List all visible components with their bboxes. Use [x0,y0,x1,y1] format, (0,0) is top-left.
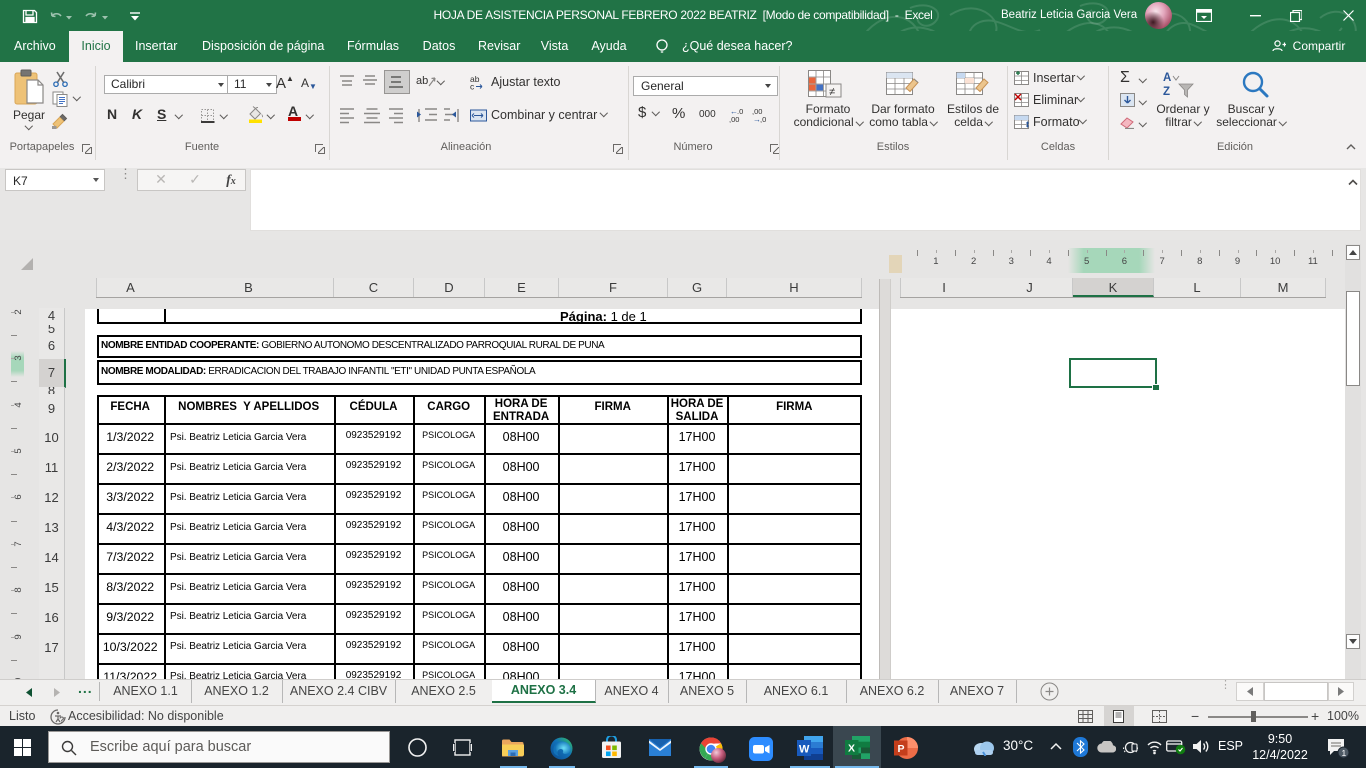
svg-text:ab: ab [416,75,428,87]
svg-text:W: W [799,744,810,756]
svg-text:,0: ,0 [760,115,766,123]
svg-text:?: ? [59,715,65,725]
svg-text:1: 1 [1342,748,1347,758]
svg-text:≠: ≠ [829,86,835,98]
svg-text:X: X [848,743,855,755]
svg-text:Z: Z [1163,86,1170,98]
svg-text:P: P [898,743,905,755]
svg-text:,00: ,00 [729,115,739,123]
svg-text:A: A [1163,72,1171,84]
